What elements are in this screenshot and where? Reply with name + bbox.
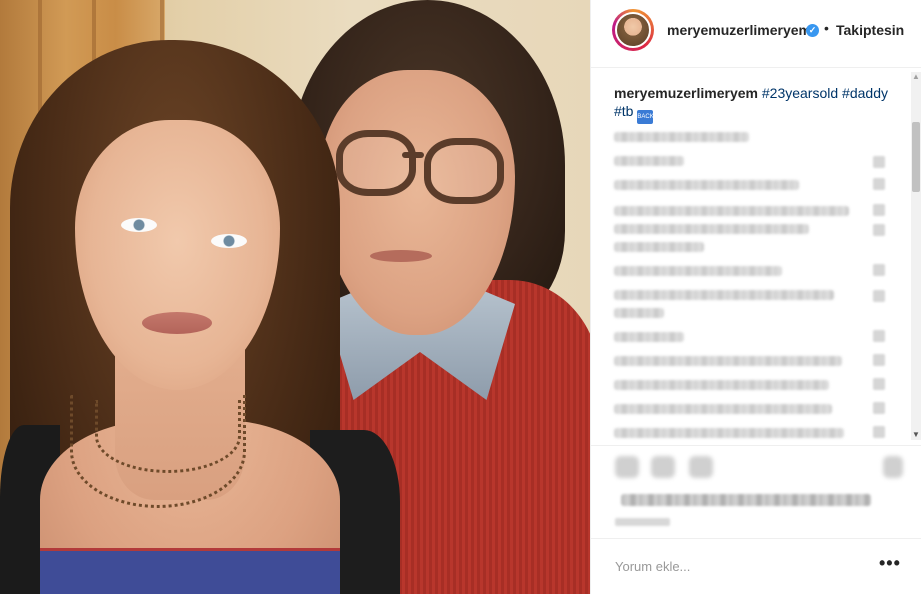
- bookmark-icon[interactable]: [883, 456, 903, 478]
- blurred-comment: [614, 132, 749, 142]
- blurred-comment: [614, 428, 844, 438]
- comment-like-icon[interactable]: [873, 354, 885, 366]
- comment-like-icon[interactable]: [873, 330, 885, 342]
- following-button[interactable]: Takiptesin: [836, 22, 904, 38]
- blurred-comment: [614, 308, 664, 318]
- blurred-comment: [614, 242, 704, 252]
- man-mouth: [370, 250, 432, 262]
- comments-list[interactable]: meryemuzerlimeryem #23yearsold #daddy #t…: [591, 68, 921, 445]
- more-options-icon[interactable]: •••: [879, 553, 901, 574]
- blurred-comment: [614, 356, 842, 366]
- comment-like-icon[interactable]: [873, 264, 885, 276]
- post-side-panel: meryemuzerlimeryem ✓ • Takiptesin meryem…: [590, 0, 921, 594]
- share-icon[interactable]: [689, 456, 713, 478]
- blurred-comment: [614, 206, 849, 216]
- blurred-comment: [614, 290, 834, 300]
- comment-like-icon[interactable]: [873, 290, 885, 302]
- comment-like-icon[interactable]: [873, 156, 885, 168]
- blurred-comment: [614, 156, 684, 166]
- comment-input[interactable]: Yorum ekle...: [615, 559, 690, 574]
- comment-like-icon[interactable]: [873, 378, 885, 390]
- blurred-comment: [614, 380, 829, 390]
- hashtag-link[interactable]: #23yearsold: [762, 85, 838, 101]
- post-caption: meryemuzerlimeryem #23yearsold #daddy #t…: [614, 84, 894, 124]
- scroll-up-arrow-icon[interactable]: ▲: [911, 72, 921, 82]
- post-date-blurred: [615, 518, 670, 526]
- avatar[interactable]: [612, 9, 654, 51]
- caption-username[interactable]: meryemuzerlimeryem: [614, 85, 758, 101]
- woman-lips: [142, 312, 212, 334]
- comment-like-icon[interactable]: [873, 224, 885, 236]
- scrollbar-thumb[interactable]: [912, 122, 920, 192]
- glasses-left-lens: [336, 130, 416, 196]
- post-actions: [591, 445, 921, 545]
- woman-right-eye: [211, 234, 247, 248]
- comments-scrollbar[interactable]: ▲ ▼: [911, 72, 921, 440]
- comment-icon[interactable]: [651, 456, 675, 478]
- scroll-down-arrow-icon[interactable]: ▼: [911, 430, 921, 440]
- heart-icon[interactable]: [615, 456, 639, 478]
- hashtag-link[interactable]: #tb: [614, 103, 633, 119]
- blurred-comment: [614, 224, 809, 234]
- back-arrow-emoji-icon: BACK: [637, 110, 654, 124]
- verified-badge-icon: ✓: [806, 24, 819, 37]
- post-photo[interactable]: [0, 0, 590, 594]
- blurred-comment: [614, 266, 782, 276]
- username-link[interactable]: meryemuzerlimeryem: [667, 22, 811, 38]
- separator-dot: •: [824, 20, 829, 36]
- blurred-comment: [614, 404, 832, 414]
- glasses-bridge: [402, 152, 424, 158]
- avatar-image: [615, 12, 651, 48]
- glasses-right-lens: [424, 138, 504, 204]
- blue-top: [40, 548, 340, 594]
- comment-like-icon[interactable]: [873, 204, 885, 216]
- necklace: [70, 395, 246, 508]
- post-header: meryemuzerlimeryem ✓ • Takiptesin: [591, 0, 921, 68]
- woman-left-eye: [121, 218, 157, 232]
- add-comment-bar: Yorum ekle... •••: [591, 538, 921, 594]
- blurred-comment: [614, 332, 684, 342]
- comment-like-icon[interactable]: [873, 426, 885, 438]
- likes-count-blurred[interactable]: [621, 494, 871, 506]
- hashtag-link[interactable]: #daddy: [842, 85, 888, 101]
- comment-like-icon[interactable]: [873, 178, 885, 190]
- blurred-comment: [614, 180, 799, 190]
- comment-like-icon[interactable]: [873, 402, 885, 414]
